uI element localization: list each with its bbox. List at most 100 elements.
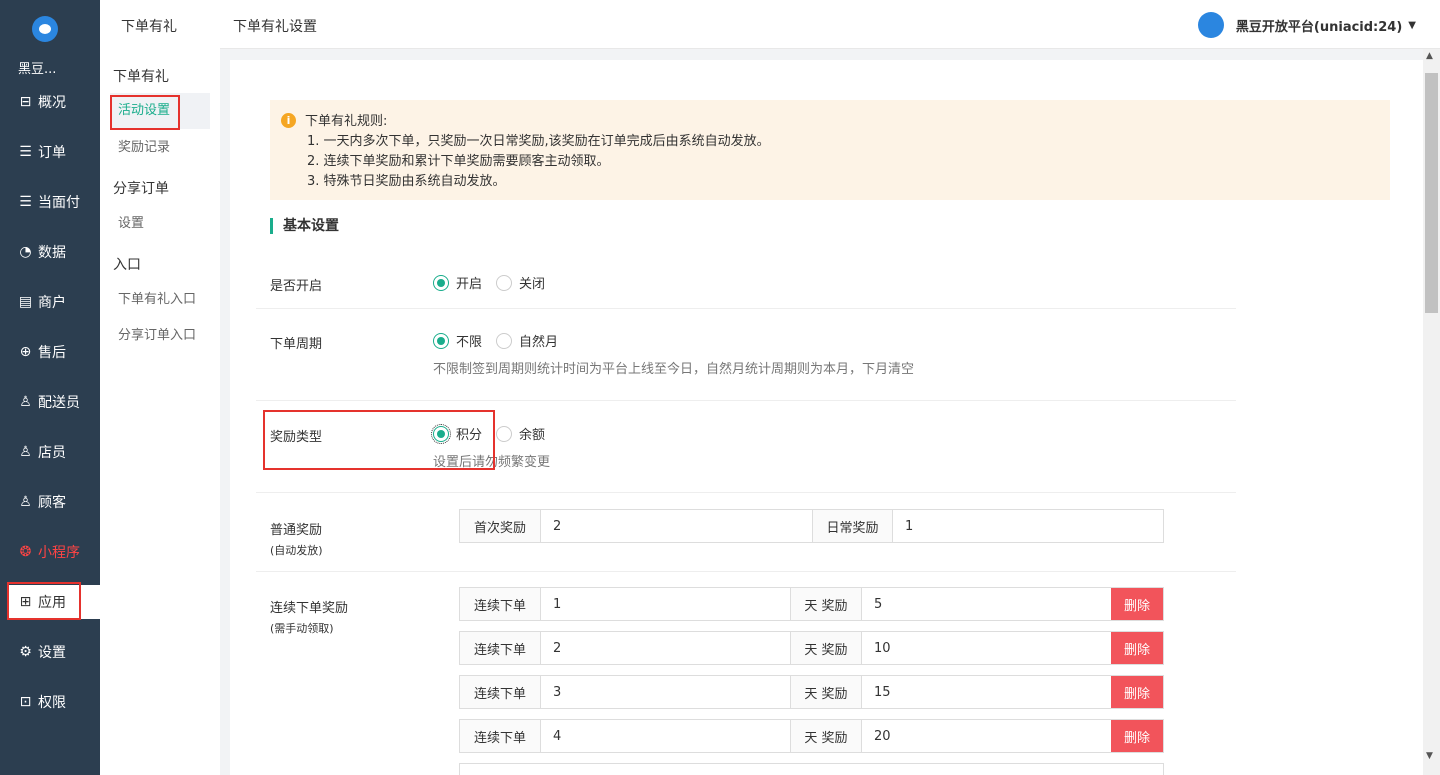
nav-label: 店员 — [38, 445, 66, 461]
radio-label: 关闭 — [519, 277, 546, 292]
notice-rule: 2. 连续下单奖励和累计下单奖励需要顾客主动领取。 — [307, 154, 610, 169]
sub-item-share-settings[interactable]: 设置 — [110, 206, 210, 242]
first-reward-addon: 首次奖励 — [460, 510, 541, 542]
enable-radio-group: 开启 关闭 — [433, 273, 559, 292]
reward-input[interactable]: 15 — [862, 676, 1111, 708]
scrollbar-thumb[interactable] — [1425, 73, 1438, 313]
nav-item-aftersale[interactable]: ⊕ 售后 — [0, 335, 100, 369]
scroll-up-icon[interactable]: ▲ — [1426, 51, 1433, 61]
nav-label: 权限 — [38, 695, 66, 711]
radio-enable-on[interactable]: 开启 — [433, 273, 482, 292]
notice-rule: 3. 特殊节日奖励由系统自动发放。 — [307, 174, 506, 189]
nav-item-pay[interactable]: ☰ 当面付 — [0, 185, 100, 219]
consecutive-prefix: 连续下单 — [460, 588, 541, 620]
consecutive-mid: 天 奖励 — [791, 676, 862, 708]
app-logo — [32, 16, 58, 42]
field-label: 下单周期 — [270, 337, 323, 352]
nav-item-courier[interactable]: ♙ 配送员 — [0, 385, 100, 419]
nav-item-miniprogram[interactable]: ❂ 小程序 — [0, 535, 100, 569]
radio-checked-icon — [433, 274, 449, 291]
radio-period-month[interactable]: 自然月 — [496, 331, 558, 350]
notice-rule: 1. 一天内多次下单，只奖励一次日常奖励,该奖励在订单完成后由系统自动发放。 — [307, 134, 770, 149]
brand-name: 黑豆... — [18, 62, 57, 77]
top-bar: 下单有礼 下单有礼设置 黑豆开放平台(uniacid:24) ▼ — [121, 0, 1440, 49]
reward-input[interactable]: 5 — [862, 588, 1111, 620]
staff-icon: ♙ — [19, 443, 32, 460]
shop-icon: ▤ — [18, 293, 33, 310]
main-nav: 黑豆... ⊟ 概况 ☰ 订单 ☰ 当面付 ◔ 数据 ▤ 商户 ⊕ 售后 ♙ 配送员 ♙ 店员 … — [0, 0, 100, 775]
form-row-normal-reward: 普通奖励 (自动发放) 首次奖励 2 日常奖励 1 — [256, 493, 1236, 572]
sub-group-title: 分享订单 — [113, 181, 169, 197]
radio-label: 余额 — [519, 428, 546, 443]
miniprogram-icon: ❂ — [19, 543, 32, 560]
page-title: 下单有礼设置 — [233, 19, 317, 35]
form-row-consecutive: 连续下单奖励 (需手动领取) 连续下单 1 天 奖励 5 删除 连续下单 2 天 … — [256, 572, 1236, 775]
notice-title: 下单有礼规则: — [305, 114, 388, 129]
radio-reward-balance[interactable]: 余额 — [496, 424, 545, 443]
nav-item-overview[interactable]: ⊟ 概况 — [0, 85, 100, 119]
nav-item-customer[interactable]: ♙ 顾客 — [0, 485, 100, 519]
first-reward-input[interactable]: 2 — [541, 510, 813, 542]
scrollbar[interactable]: ▲ ▼ — [1423, 49, 1440, 775]
days-input[interactable]: 4 — [541, 720, 791, 752]
consecutive-row: 连续下单 2 天 奖励 10 删除 — [459, 631, 1164, 665]
field-label-text: 普通奖励 — [270, 523, 323, 538]
user-menu[interactable]: 黑豆开放平台(uniacid:24) ▼ — [1197, 12, 1416, 38]
nav-item-data[interactable]: ◔ 数据 — [0, 235, 100, 269]
reward-input[interactable]: 20 — [862, 720, 1111, 752]
consecutive-prefix: 连续下单 — [460, 632, 541, 664]
form-row-period: 下单周期 不限 自然月 不限制签到周期则统计时间为平台上线至今日，自然月统计周期… — [256, 309, 1236, 401]
delete-button[interactable]: 删除 — [1111, 588, 1163, 620]
sub-item-order-gift-entry[interactable]: 下单有礼入口 — [110, 282, 210, 318]
delete-button[interactable]: 删除 — [1111, 632, 1163, 664]
aftersale-icon: ⊕ — [19, 343, 32, 360]
nav-label: 商户 — [38, 295, 66, 311]
sub-group-title: 入口 — [113, 257, 141, 273]
period-radio-group: 不限 自然月 — [433, 331, 572, 350]
radio-unchecked-icon — [496, 425, 513, 442]
consecutive-row: 连续下单 4 天 奖励 20 删除 — [459, 719, 1164, 753]
scroll-down-icon[interactable]: ▼ — [1426, 751, 1433, 761]
section-heading: 基本设置 — [270, 218, 339, 234]
nav-item-permission[interactable]: ⊡ 权限 — [0, 685, 100, 719]
order-icon: ☰ — [19, 143, 32, 160]
sub-item-share-order-entry[interactable]: 分享订单入口 — [110, 318, 210, 354]
nav-item-settings[interactable]: ⚙ 设置 — [0, 635, 100, 669]
days-input[interactable]: 2 — [541, 632, 791, 664]
nav-item-staff[interactable]: ♙ 店员 — [0, 435, 100, 469]
nav-item-order[interactable]: ☰ 订单 — [0, 135, 100, 169]
field-hint: 不限制签到周期则统计时间为平台上线至今日，自然月统计周期则为本月，下月清空 — [433, 362, 915, 377]
daily-reward-input[interactable]: 1 — [893, 510, 1163, 542]
radio-label: 自然月 — [519, 335, 559, 350]
nav-label: 订单 — [38, 145, 66, 161]
consecutive-prefix: 连续下单 — [460, 720, 541, 752]
days-input[interactable]: 3 — [541, 676, 791, 708]
consecutive-row: 连续下单 1 天 奖励 5 删除 — [459, 587, 1164, 621]
consecutive-mid: 天 奖励 — [791, 632, 862, 664]
delete-button[interactable]: 删除 — [1111, 676, 1163, 708]
consecutive-prefix: 连续下单 — [460, 676, 541, 708]
radio-unchecked-icon — [496, 332, 513, 349]
pay-icon: ☰ — [19, 193, 32, 210]
field-sublabel: (需手动领取) — [270, 622, 334, 635]
overview-icon: ⊟ — [19, 93, 32, 110]
nav-label: 概况 — [38, 95, 66, 111]
field-label: 连续下单奖励 (需手动领取) — [270, 597, 348, 636]
courier-icon: ♙ — [19, 393, 32, 410]
sub-group-title: 下单有礼 — [113, 69, 169, 85]
user-name: 黑豆开放平台(uniacid:24) — [1235, 19, 1403, 35]
nav-label: 设置 — [38, 645, 66, 661]
delete-button[interactable]: 删除 — [1111, 720, 1163, 752]
days-input[interactable]: 1 — [541, 588, 791, 620]
field-label-text: 连续下单奖励 — [270, 601, 349, 616]
consecutive-mid: 天 奖励 — [791, 720, 862, 752]
radio-period-unlimited[interactable]: 不限 — [433, 331, 482, 350]
nav-item-shop[interactable]: ▤ 商户 — [0, 285, 100, 319]
sub-item-reward-records[interactable]: 奖励记录 — [110, 130, 210, 166]
reward-input[interactable]: 10 — [862, 632, 1111, 664]
radio-enable-off[interactable]: 关闭 — [496, 273, 545, 292]
nav-label: 配送员 — [38, 395, 80, 411]
add-row-input[interactable] — [459, 763, 1164, 775]
radio-label: 不限 — [456, 335, 483, 350]
normal-reward-input-group: 首次奖励 2 日常奖励 1 — [459, 509, 1164, 543]
